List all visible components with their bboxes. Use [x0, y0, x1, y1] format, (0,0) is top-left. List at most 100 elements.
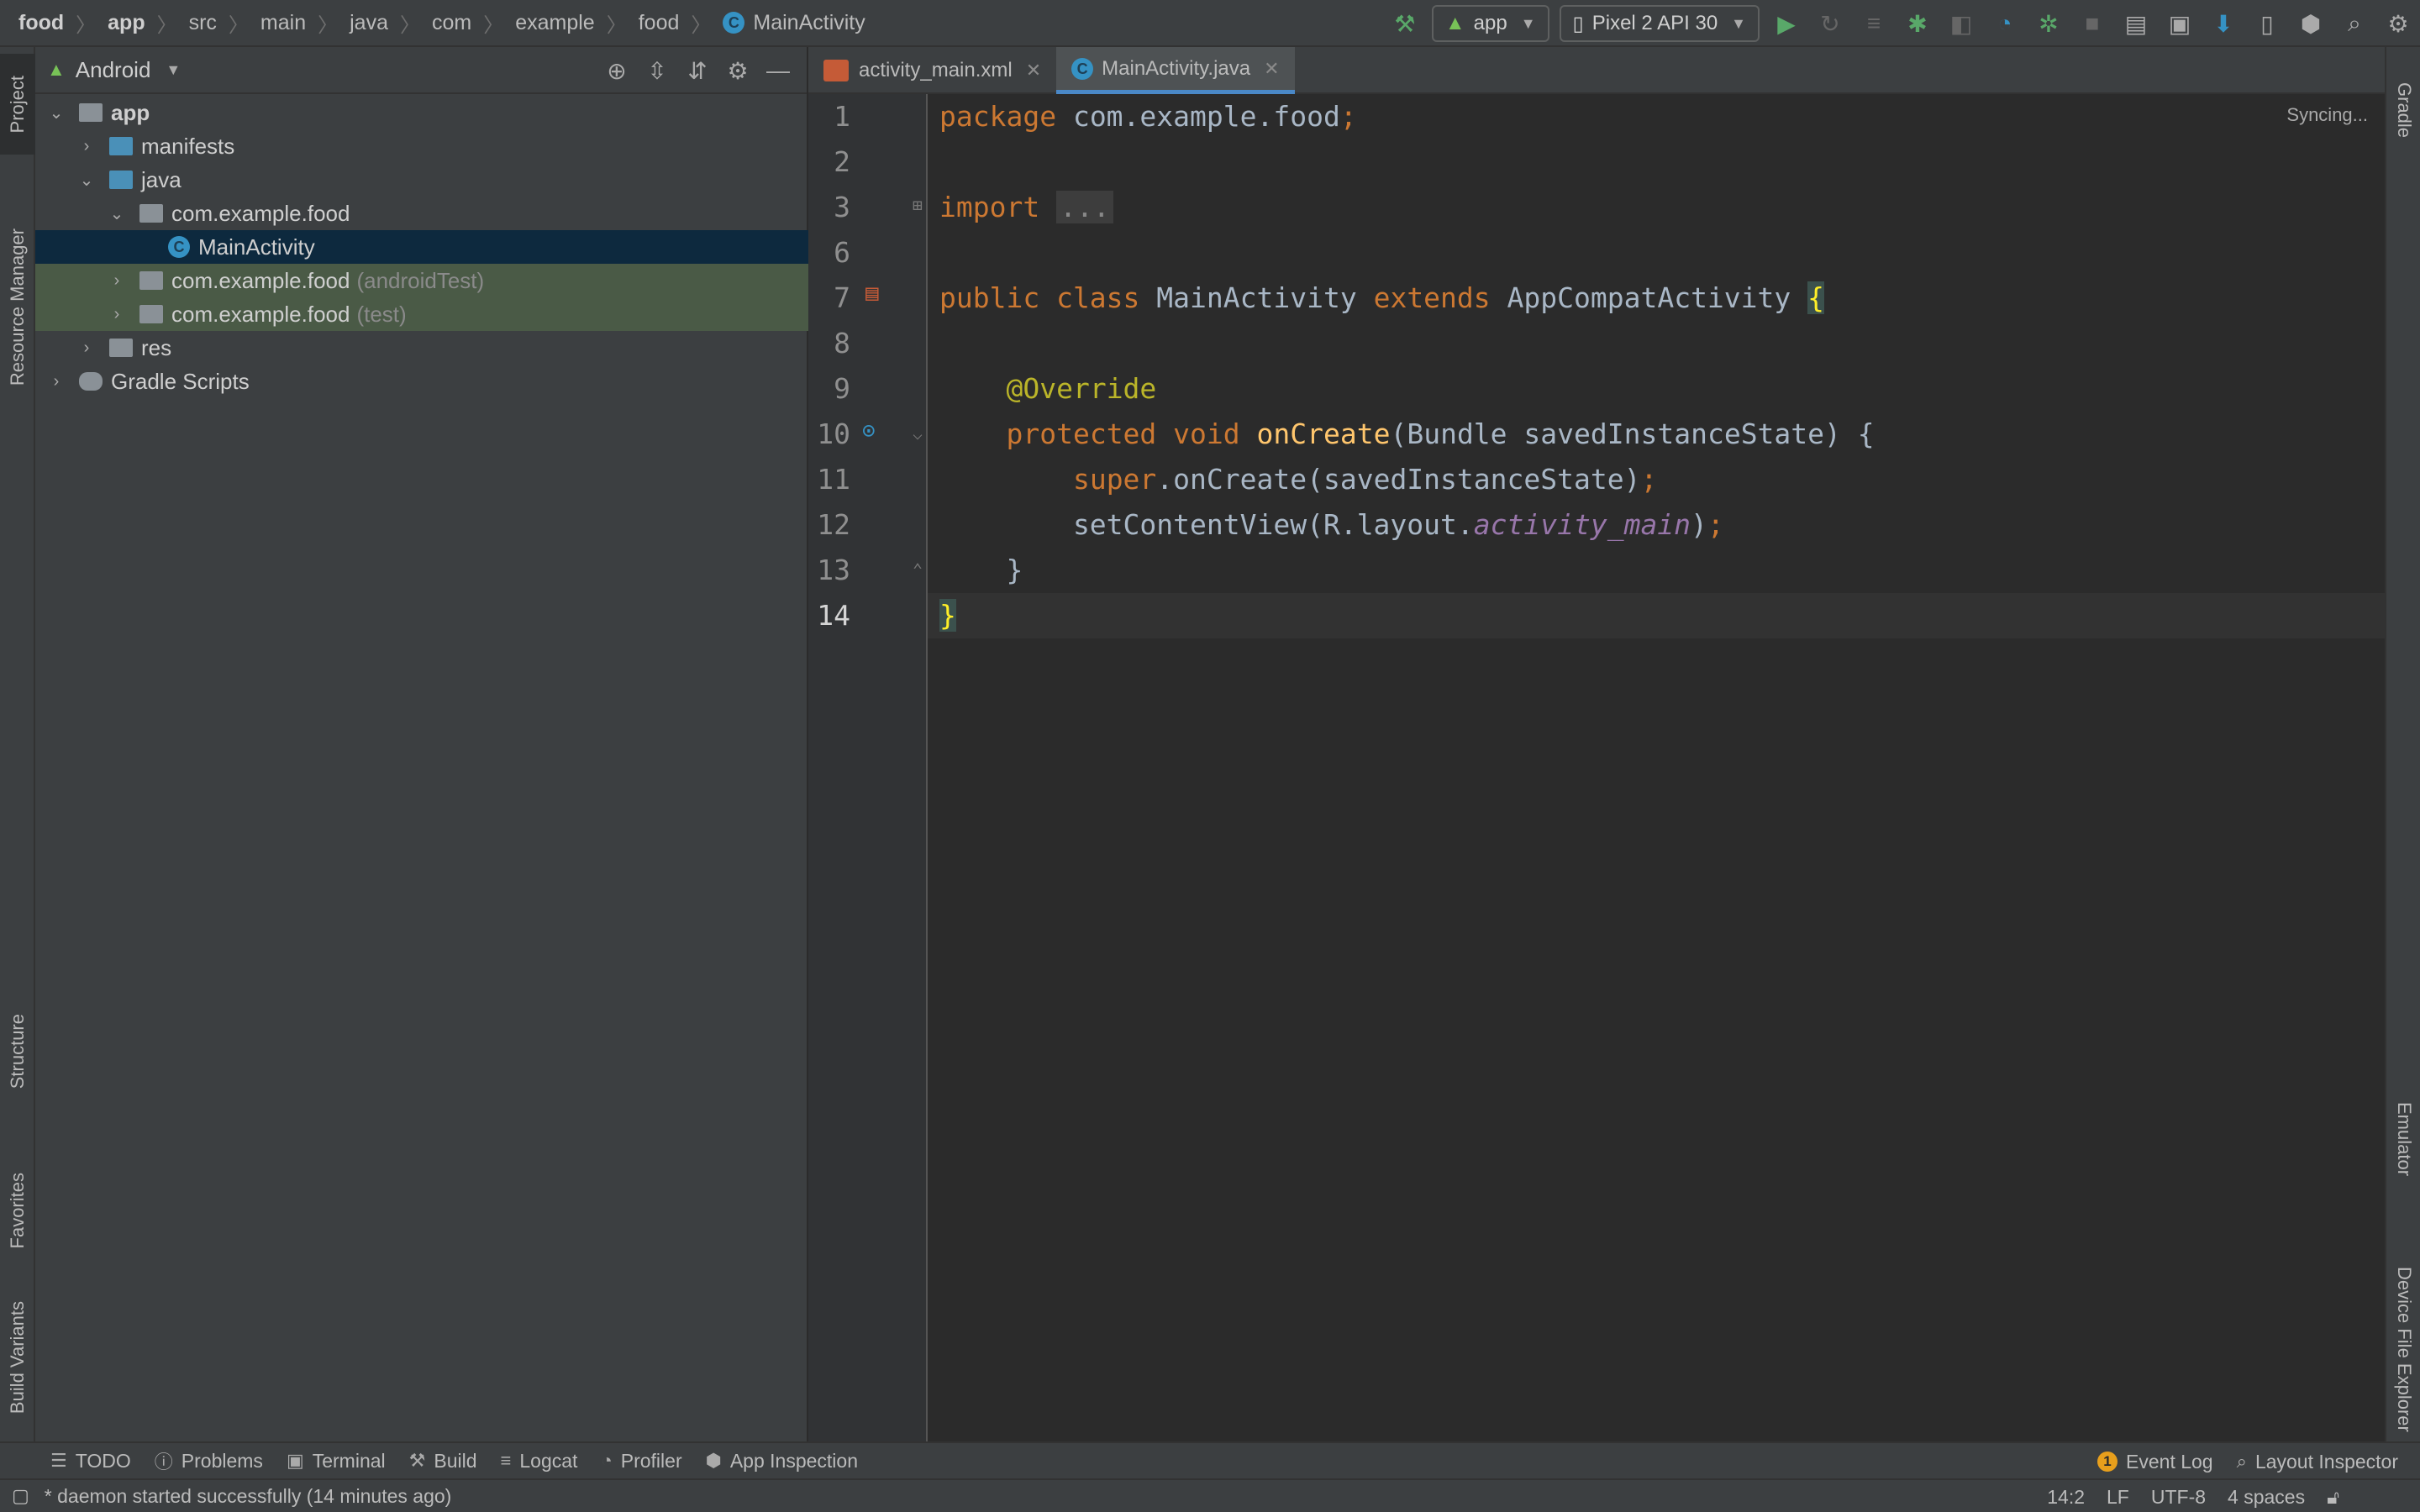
- tree-item-mainactivity[interactable]: C MainActivity: [35, 230, 808, 264]
- breadcrumb-item[interactable]: app: [108, 11, 145, 35]
- code-token: {: [1807, 281, 1825, 314]
- stop-icon[interactable]: ■: [2074, 5, 2111, 42]
- inspect-icon: ⬢: [705, 1450, 722, 1471]
- tree-item-java[interactable]: ⌄ java: [35, 163, 808, 197]
- build-hammer-icon[interactable]: ⚒: [1386, 5, 1423, 42]
- tree-item-res[interactable]: › res: [35, 331, 808, 365]
- breadcrumb-item[interactable]: MainActivity: [753, 11, 865, 35]
- fold-marker-icon[interactable]: ⌃: [913, 559, 923, 580]
- indent-setting[interactable]: 4 spaces: [2228, 1486, 2305, 1509]
- run-config-select[interactable]: ▲ app ▼: [1431, 5, 1549, 42]
- tab-mainactivity-java[interactable]: C MainActivity.java ✕: [1056, 47, 1295, 94]
- device-manager-icon[interactable]: ▯: [2249, 5, 2286, 42]
- apply-changes-icon[interactable]: ≡: [1855, 5, 1892, 42]
- rerun-icon[interactable]: ↻: [1812, 5, 1849, 42]
- avd-manager-icon[interactable]: ▣: [2161, 5, 2198, 42]
- chevron-right-icon[interactable]: ›: [77, 137, 96, 156]
- tree-item-app[interactable]: ⌄ app: [35, 96, 808, 129]
- chevron-down-icon[interactable]: ⌄: [108, 203, 126, 224]
- device-select[interactable]: ▯ Pixel 2 API 30 ▼: [1559, 5, 1760, 42]
- code-line[interactable]: }: [939, 593, 956, 638]
- fold-marker-icon[interactable]: ⊞: [913, 195, 923, 215]
- tool-tab-build-variants[interactable]: Build Variants: [0, 1273, 35, 1441]
- lock-icon[interactable]: 🔓︎: [2327, 1486, 2339, 1509]
- tree-item-package[interactable]: ⌄ com.example.food: [35, 197, 808, 230]
- fold-marker-icon[interactable]: ⌵: [913, 423, 923, 444]
- breadcrumb-item[interactable]: com: [432, 11, 471, 35]
- chevron-right-icon[interactable]: ›: [108, 271, 126, 291]
- sync-project-icon[interactable]: ▤: [2118, 5, 2154, 42]
- tool-profiler[interactable]: ◔ Profiler: [601, 1450, 681, 1473]
- override-method-icon[interactable]: ⊙: [862, 418, 876, 444]
- breadcrumb-item[interactable]: src: [189, 11, 217, 35]
- collapse-all-icon[interactable]: ⇵: [677, 52, 718, 89]
- tool-problems[interactable]: ⓘ Problems: [155, 1447, 263, 1474]
- code-line[interactable]: setContentView(R.layout.activity_main);: [939, 502, 1724, 548]
- breadcrumb-item[interactable]: food: [18, 11, 64, 35]
- tool-logcat[interactable]: ≡ Logcat: [501, 1450, 578, 1473]
- chevron-right-icon[interactable]: ›: [47, 372, 66, 391]
- chevron-right-icon[interactable]: ›: [108, 305, 126, 324]
- tool-terminal[interactable]: ▣ Terminal: [287, 1450, 386, 1473]
- tool-build[interactable]: ⚒ Build: [409, 1450, 477, 1473]
- status-message[interactable]: * daemon started successfully (14 minute…: [45, 1485, 452, 1508]
- tool-tab-structure[interactable]: Structure: [0, 976, 35, 1127]
- tree-item-android-test[interactable]: › com.example.food (androidTest): [35, 264, 808, 297]
- code-line[interactable]: package com.example.food;: [939, 94, 1357, 139]
- attach-debugger-icon[interactable]: ✲: [2030, 5, 2067, 42]
- tab-activity-main-xml[interactable]: activity_main.xml ✕: [808, 47, 1056, 94]
- gear-icon[interactable]: ⚙: [718, 52, 758, 89]
- locate-icon[interactable]: ⊕: [597, 52, 637, 89]
- coverage-icon[interactable]: ◧: [1943, 5, 1980, 42]
- tool-event-log[interactable]: 1 Event Log: [2097, 1451, 2213, 1473]
- chevron-down-icon[interactable]: ⌄: [77, 170, 96, 191]
- tree-item-test[interactable]: › com.example.food (test): [35, 297, 808, 331]
- tool-tab-resource-manager[interactable]: Resource Manager: [0, 181, 35, 433]
- file-encoding[interactable]: UTF-8: [2151, 1486, 2206, 1509]
- project-tree: ⌄ app › manifests ⌄ java ⌄ com.example.f…: [35, 96, 808, 398]
- code-line[interactable]: @Override: [939, 366, 1156, 412]
- debug-icon[interactable]: ✱: [1899, 5, 1936, 42]
- profile-icon[interactable]: ◔: [1986, 5, 2023, 42]
- code-editor[interactable]: 1 2 3 6 7 8 9 10 11 12 13 14 ▤ ⊙ ⊞ ⌵ ⌃ S…: [808, 94, 2385, 1441]
- chevron-down-icon[interactable]: ▼: [166, 61, 181, 79]
- chevron-down-icon[interactable]: ⌄: [47, 102, 66, 123]
- breadcrumb-item[interactable]: example: [515, 11, 595, 35]
- code-line[interactable]: super.onCreate(savedInstanceState);: [939, 457, 1657, 502]
- breadcrumb-item[interactable]: main: [260, 11, 306, 35]
- tool-todo[interactable]: ☰ TODO: [50, 1450, 131, 1473]
- tree-item-gradle-scripts[interactable]: › Gradle Scripts: [35, 365, 808, 398]
- breadcrumb-item[interactable]: java: [350, 11, 388, 35]
- related-layout-icon[interactable]: ▤: [865, 281, 879, 306]
- sdk-manager-icon[interactable]: ⬇: [2205, 5, 2242, 42]
- close-icon[interactable]: ✕: [1264, 58, 1279, 80]
- tree-item-manifests[interactable]: › manifests: [35, 129, 808, 163]
- run-icon[interactable]: ▶: [1768, 5, 1805, 42]
- search-icon[interactable]: ⌕: [2336, 5, 2373, 42]
- tool-tab-favorites[interactable]: Favorites: [0, 1131, 35, 1290]
- breadcrumb-item[interactable]: food: [639, 11, 680, 35]
- chevron-right-icon[interactable]: ›: [77, 339, 96, 358]
- package-icon: [139, 271, 163, 290]
- line-separator[interactable]: LF: [2107, 1486, 2129, 1509]
- caret-position[interactable]: 14:2: [2047, 1486, 2085, 1509]
- tool-tab-project[interactable]: Project: [0, 54, 35, 155]
- hide-icon[interactable]: —: [758, 52, 798, 89]
- close-icon[interactable]: ✕: [1026, 60, 1041, 81]
- tool-tab-device-file-explorer[interactable]: Device File Explorer: [2386, 1223, 2420, 1475]
- tool-tab-emulator[interactable]: Emulator: [2386, 1072, 2420, 1206]
- layout-inspector-icon[interactable]: ⬢: [2292, 5, 2329, 42]
- code-line[interactable]: public class MainActivity extends AppCom…: [939, 276, 1825, 321]
- sync-status: Syncing...: [2286, 104, 2368, 125]
- code-line[interactable]: import ...: [939, 185, 1113, 230]
- code-line[interactable]: protected void onCreate(Bundle savedInst…: [939, 412, 1874, 457]
- expand-all-icon[interactable]: ⇳: [637, 52, 677, 89]
- project-view-select[interactable]: Android: [76, 57, 151, 83]
- settings-icon[interactable]: ⚙: [2380, 5, 2417, 42]
- toggle-tool-windows-icon[interactable]: ▢: [12, 1485, 29, 1507]
- code-line[interactable]: }: [939, 548, 1023, 593]
- tool-app-inspection[interactable]: ⬢ App Inspection: [706, 1450, 858, 1473]
- tool-layout-inspector[interactable]: ⌕ Layout Inspector: [2237, 1451, 2398, 1473]
- tool-tab-gradle[interactable]: Gradle: [2386, 55, 2420, 165]
